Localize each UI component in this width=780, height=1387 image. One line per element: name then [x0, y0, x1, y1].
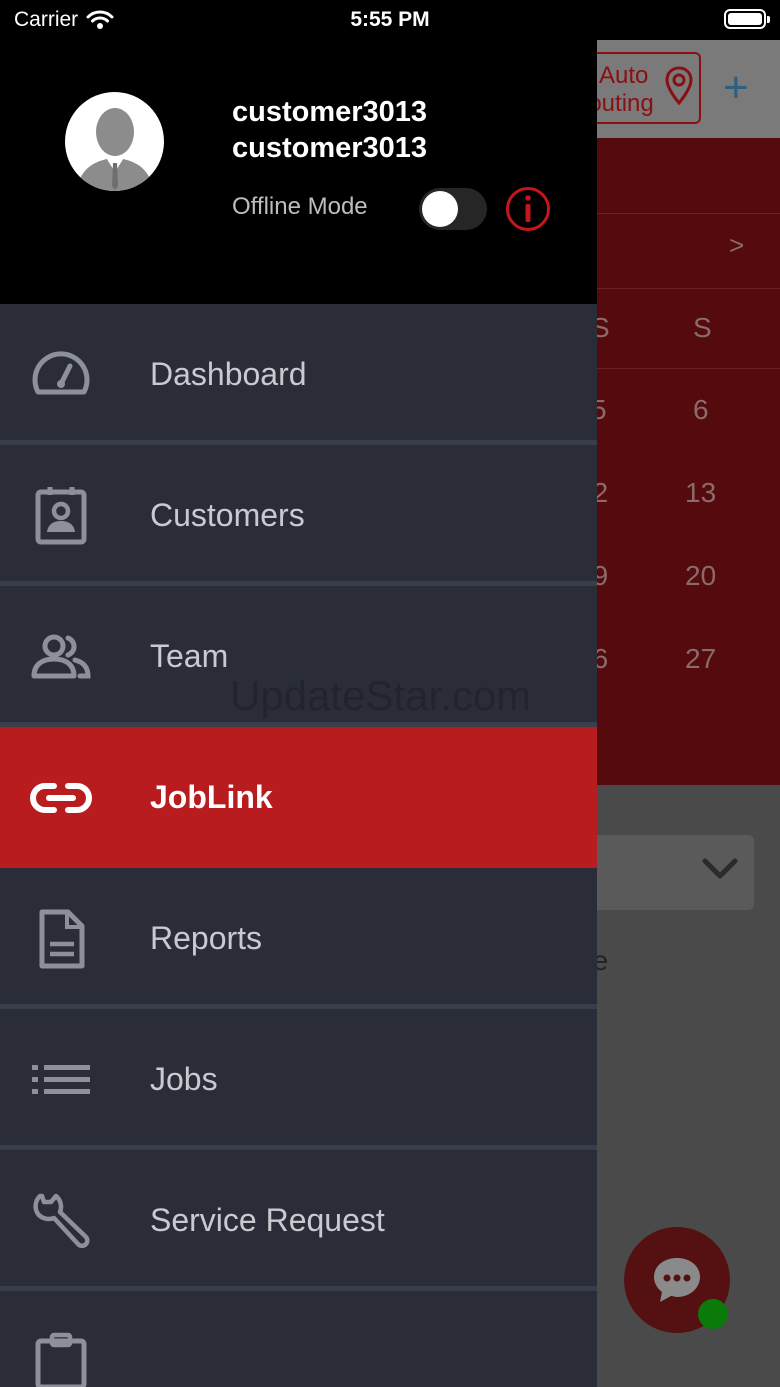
menu-item-more[interactable]	[0, 1291, 597, 1387]
filter-dropdown[interactable]	[597, 835, 754, 910]
date-cell[interactable]: 6	[693, 394, 709, 426]
chevron-down-icon	[702, 858, 738, 879]
status-time: 5:55 PM	[350, 8, 430, 31]
link-icon	[30, 783, 92, 813]
late-text: late	[597, 945, 609, 976]
drawer-menu: Dashboard Customers Team JobLink Reports…	[0, 304, 597, 1387]
calendar: > S S 5 6 12 13 19 20 26 27	[597, 138, 780, 785]
team-icon	[31, 634, 91, 679]
menu-label-joblink: JobLink	[150, 779, 273, 815]
menu-label-service-request: Service Request	[150, 1202, 385, 1238]
menu-label-dashboard: Dashboard	[150, 356, 307, 392]
online-status-dot	[698, 1299, 728, 1329]
menu-item-service-request[interactable]: Service Request	[0, 1150, 597, 1291]
weekday-sat: S	[597, 312, 610, 343]
menu-label-reports: Reports	[150, 920, 263, 956]
info-icon[interactable]	[505, 186, 551, 232]
date-cell[interactable]: 27	[685, 643, 716, 675]
avatar[interactable]	[65, 92, 164, 191]
menu-label-jobs: Jobs	[150, 1061, 218, 1097]
user-silhouette-icon	[77, 108, 153, 191]
document-icon	[39, 909, 85, 969]
menu-item-customers[interactable]: Customers	[0, 445, 597, 586]
add-button[interactable]: +	[723, 66, 749, 110]
menu-item-reports[interactable]: Reports	[0, 868, 597, 1009]
wrench-icon	[33, 1193, 90, 1249]
chat-bubble-icon	[654, 1258, 700, 1302]
date-cell[interactable]: 13	[685, 477, 716, 509]
menu-label-team: Team	[150, 638, 229, 674]
menu-label-customers: Customers	[150, 497, 305, 533]
user-name: customer3013 customer3013	[232, 96, 428, 164]
drawer-header: customer3013 customer3013 Offline Mode	[0, 0, 597, 304]
offline-mode-label: Offline Mode	[232, 193, 368, 220]
date-cell[interactable]: 5	[597, 394, 607, 426]
offline-mode-toggle[interactable]	[419, 188, 487, 230]
status-bar: Carrier 5:55 PM	[0, 0, 780, 40]
clipboard-icon	[35, 1332, 87, 1387]
id-badge-icon	[35, 487, 87, 545]
auto-routing-button[interactable]: Auto Routing	[597, 52, 701, 124]
menu-item-jobs[interactable]: Jobs	[0, 1009, 597, 1150]
menu-item-dashboard[interactable]: Dashboard	[0, 304, 597, 445]
map-pin-icon	[665, 66, 693, 106]
date-cell[interactable]: 26	[597, 643, 608, 675]
background-topbar: Auto Routing +	[597, 40, 780, 138]
background-app[interactable]: Auto Routing + > S S 5 6 12 13 19 20 26 …	[597, 40, 780, 1387]
next-month-button[interactable]: >	[729, 230, 744, 261]
menu-item-team[interactable]: Team	[0, 586, 597, 727]
navigation-drawer: customer3013 customer3013 Offline Mode D…	[0, 0, 597, 1387]
gauge-icon	[32, 351, 90, 395]
weekday-sun: S	[693, 312, 712, 343]
date-cell[interactable]: 20	[685, 560, 716, 592]
menu-item-joblink[interactable]: JobLink	[0, 727, 597, 868]
list-icon	[32, 1065, 90, 1094]
date-cell[interactable]: 19	[597, 560, 608, 592]
battery-icon	[724, 9, 770, 29]
date-cell[interactable]: 12	[597, 477, 608, 509]
